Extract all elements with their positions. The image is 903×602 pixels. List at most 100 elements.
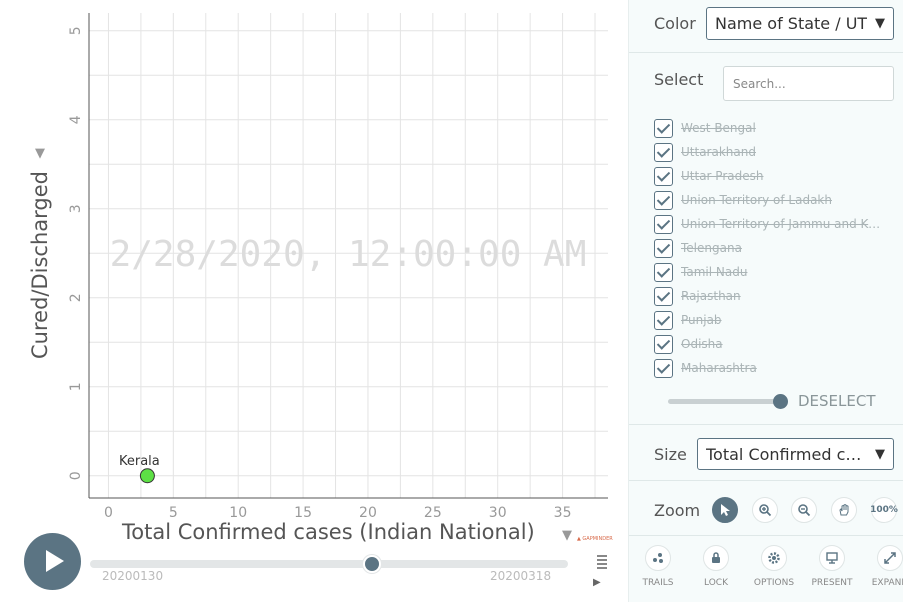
y-axis-title[interactable]: Cured/Discharged bbox=[28, 171, 52, 359]
time-slider-end-label: 20200318 bbox=[490, 569, 552, 583]
zoom-in-button[interactable] bbox=[752, 497, 778, 523]
time-slider-start-label: 20200130 bbox=[102, 569, 164, 583]
hand-icon bbox=[839, 503, 849, 516]
checkbox[interactable] bbox=[654, 311, 673, 330]
zoom-reset-button[interactable]: 100% bbox=[870, 497, 898, 523]
state-list-item[interactable]: Uttarakhand bbox=[653, 141, 893, 165]
checkbox[interactable] bbox=[654, 143, 673, 162]
checkbox[interactable] bbox=[654, 215, 673, 234]
size-dropdown[interactable]: Total Confirmed cases (Indian National) … bbox=[697, 438, 894, 470]
select-label: Select bbox=[654, 70, 704, 89]
checkbox[interactable] bbox=[654, 359, 673, 378]
state-list-item[interactable]: West Bengal bbox=[653, 117, 893, 141]
tool-trails-button[interactable]: TRAILS bbox=[630, 545, 686, 588]
zoom-out-button[interactable] bbox=[791, 497, 817, 523]
state-name: Uttarakhand bbox=[681, 145, 756, 159]
checkbox[interactable] bbox=[654, 335, 673, 354]
pan-button[interactable] bbox=[831, 497, 857, 523]
bubble-chart[interactable]: 2/28/2020, 12:00:00 AM 0 5 10 15 20 25 30 35012… bbox=[0, 0, 628, 525]
gear-icon bbox=[761, 545, 787, 571]
state-name: West Bengal bbox=[681, 121, 756, 135]
checkbox[interactable] bbox=[654, 167, 673, 186]
y-tick-label: 3 bbox=[68, 204, 84, 213]
x-tick-label: 10 bbox=[229, 505, 247, 521]
present-icon bbox=[819, 545, 845, 571]
state-list-item[interactable]: Maharashtra bbox=[653, 357, 893, 381]
x-tick-label: 15 bbox=[294, 505, 312, 521]
state-name: Rajasthan bbox=[681, 289, 741, 303]
checkbox[interactable] bbox=[654, 119, 673, 138]
data-point[interactable] bbox=[139, 468, 155, 484]
x-tick-label: 5 bbox=[169, 505, 178, 521]
play-icon bbox=[46, 550, 64, 572]
step-forward-icon[interactable]: ▶ bbox=[593, 577, 601, 588]
divider bbox=[629, 480, 903, 481]
tool-expand-button[interactable]: EXPAND bbox=[862, 545, 903, 588]
divider bbox=[629, 535, 903, 536]
state-name: Uttar Pradesh bbox=[681, 169, 764, 183]
state-name: Union Territory of Ladakh bbox=[681, 193, 832, 207]
x-tick-label: 35 bbox=[554, 505, 572, 521]
gapminder-credit[interactable]: ▲ GAPMINDER bbox=[577, 536, 613, 542]
deselect-slider-knob[interactable] bbox=[773, 394, 788, 409]
play-button[interactable] bbox=[24, 533, 81, 590]
checkbox[interactable] bbox=[654, 263, 673, 282]
y-tick-label: 5 bbox=[68, 26, 84, 35]
x-tick-label: 30 bbox=[489, 505, 507, 521]
x-axis-dropdown-icon[interactable]: ▼ bbox=[562, 528, 572, 543]
size-dropdown-value: Total Confirmed cases (Indian National) bbox=[706, 444, 869, 464]
divider bbox=[629, 52, 903, 53]
state-list-item[interactable]: Telengana bbox=[653, 237, 893, 261]
search-input[interactable] bbox=[723, 66, 894, 101]
zoom-100-label: 100% bbox=[870, 505, 898, 515]
state-list-item[interactable]: Tamil Nadu bbox=[653, 261, 893, 285]
y-tick-label: 0 bbox=[68, 471, 84, 480]
state-list-item[interactable]: Union Territory of Ladakh bbox=[653, 189, 893, 213]
state-name: Punjab bbox=[681, 313, 722, 327]
color-dropdown[interactable]: Name of State / UT ▼ bbox=[706, 7, 894, 40]
state-list: West Bengal Uttarakhand Uttar Pradesh Union… bbox=[653, 117, 893, 381]
chevron-down-icon: ▼ bbox=[875, 16, 885, 31]
lock-icon bbox=[703, 545, 729, 571]
side-panel: Color Name of State / UT ▼ Select West B… bbox=[628, 0, 903, 602]
x-tick-label: 20 bbox=[359, 505, 377, 521]
data-point-label[interactable]: Kerala bbox=[119, 454, 160, 469]
time-slider-handle[interactable] bbox=[363, 555, 382, 573]
cursor-icon bbox=[721, 504, 730, 516]
checkbox[interactable] bbox=[654, 287, 673, 306]
zoom-cursor-button[interactable] bbox=[712, 497, 738, 523]
deselect-slider-track[interactable] bbox=[668, 399, 782, 404]
state-list-item[interactable]: Punjab bbox=[653, 309, 893, 333]
state-name: Odisha bbox=[681, 337, 723, 351]
checkbox[interactable] bbox=[654, 239, 673, 258]
chart-timestamp: 2/28/2020, 12:00:00 AM bbox=[110, 234, 587, 275]
x-axis-title[interactable]: Total Confirmed cases (Indian National) bbox=[122, 520, 535, 544]
checkbox[interactable] bbox=[654, 191, 673, 210]
state-name: Maharashtra bbox=[681, 361, 757, 375]
zoom-in-icon bbox=[759, 504, 772, 517]
state-list-item[interactable]: Uttar Pradesh bbox=[653, 165, 893, 189]
tool-options-button[interactable]: OPTIONS bbox=[746, 545, 802, 588]
trails-icon bbox=[645, 545, 671, 571]
tool-label: OPTIONS bbox=[753, 578, 795, 588]
timeslider-menu-icon[interactable] bbox=[597, 555, 607, 571]
chart-points[interactable]: Kerala bbox=[119, 454, 160, 484]
tool-present-button[interactable]: PRESENT bbox=[804, 545, 860, 588]
y-tick-label: 4 bbox=[68, 115, 84, 124]
chevron-down-icon: ▼ bbox=[875, 446, 885, 462]
state-list-item[interactable]: Rajasthan bbox=[653, 285, 893, 309]
app-root: 2/28/2020, 12:00:00 AM 0 5 10 15 20 25 30 35 0 1 2… bbox=[0, 0, 903, 602]
y-tick-label: 1 bbox=[68, 382, 84, 391]
state-list-item[interactable]: Odisha bbox=[653, 333, 893, 357]
y-axis-dropdown-icon[interactable]: ▼ bbox=[35, 146, 45, 161]
tool-label: PRESENT bbox=[811, 578, 853, 588]
state-list-item[interactable]: Union Territory of Jammu and Kashmir bbox=[653, 213, 893, 237]
time-slider-track[interactable] bbox=[90, 560, 568, 568]
deselect-button[interactable]: DESELECT bbox=[798, 392, 876, 410]
x-tick-label: 0 bbox=[104, 505, 113, 521]
tool-lock-button[interactable]: LOCK bbox=[688, 545, 744, 588]
zoom-out-icon bbox=[798, 504, 811, 517]
color-label: Color bbox=[654, 14, 696, 33]
size-label: Size bbox=[654, 445, 687, 464]
tool-label: LOCK bbox=[704, 578, 728, 588]
